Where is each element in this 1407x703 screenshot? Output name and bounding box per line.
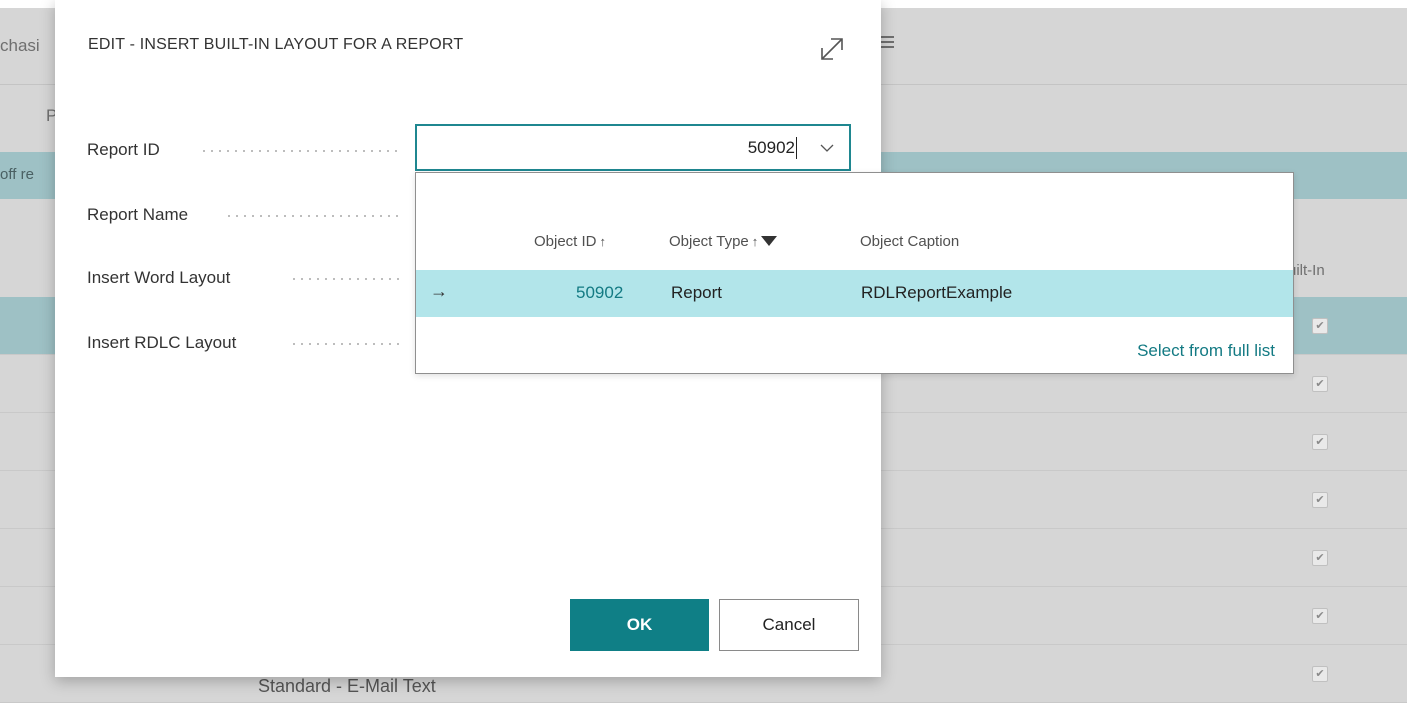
lookup-row-object-caption: RDLReportExample: [861, 283, 1013, 302]
object-type-header-label: Object Type: [669, 233, 749, 250]
column-header-object-id[interactable]: Object ID ↑: [534, 233, 606, 250]
report-name-label: Report Name: [87, 205, 189, 224]
row-indicator-arrow-icon: →: [430, 281, 448, 301]
report-id-value: 50902: [747, 138, 795, 157]
report-id-input[interactable]: 50902: [415, 124, 851, 171]
object-lookup-dropdown: Object ID ↑ Object Type ↑ Object Caption →…: [415, 172, 1294, 374]
ok-button[interactable]: OK: [570, 599, 709, 651]
report-id-dots: [200, 150, 400, 152]
built-in-checkbox[interactable]: ✔: [1312, 376, 1328, 392]
expand-icon[interactable]: [814, 31, 850, 67]
built-in-checkbox[interactable]: ✔: [1312, 434, 1328, 450]
background-row-text: Standard - E-Mail Text: [258, 676, 436, 696]
report-name-dots: [225, 215, 400, 217]
lookup-row-object-type: Report: [671, 283, 723, 302]
chevron-down-icon[interactable]: [819, 140, 835, 156]
built-in-checkbox[interactable]: ✔: [1312, 550, 1328, 566]
column-header-object-caption[interactable]: Object Caption: [860, 233, 959, 250]
built-in-checkbox[interactable]: ✔: [1312, 318, 1328, 334]
select-from-full-list-link[interactable]: Select from full list: [1137, 341, 1275, 361]
insert-rdlc-layout-dots: [290, 343, 400, 345]
built-in-checkbox[interactable]: ✔: [1312, 492, 1328, 508]
column-header-object-type[interactable]: Object Type ↑: [669, 233, 778, 250]
cancel-button[interactable]: Cancel: [719, 599, 859, 651]
sort-ascending-icon: ↑: [599, 234, 607, 249]
page-title-fragment: chasi: [0, 36, 40, 55]
lookup-row-object-id[interactable]: 50902: [576, 283, 623, 303]
object-caption-header-label: Object Caption: [860, 233, 960, 250]
notification-text-fragment: off re: [0, 166, 34, 183]
report-id-label: Report ID: [87, 140, 160, 159]
sort-ascending-icon: ↑: [751, 234, 759, 249]
object-id-header-label: Object ID: [534, 233, 597, 250]
dialog-title: EDIT - INSERT BUILT-IN LAYOUT FOR A REPO…: [88, 36, 464, 53]
insert-rdlc-layout-label: Insert RDLC Layout: [87, 333, 237, 352]
text-caret: [796, 137, 797, 159]
built-in-checkbox[interactable]: ✔: [1312, 608, 1328, 624]
insert-word-layout-dots: [290, 278, 400, 280]
built-in-checkbox[interactable]: ✔: [1312, 666, 1328, 682]
insert-word-layout-label: Insert Word Layout: [87, 268, 231, 287]
hamburger-icon[interactable]: [880, 36, 894, 48]
lookup-row[interactable]: → 50902 Report RDLReportExample: [416, 270, 1293, 317]
filter-icon[interactable]: [761, 236, 778, 246]
